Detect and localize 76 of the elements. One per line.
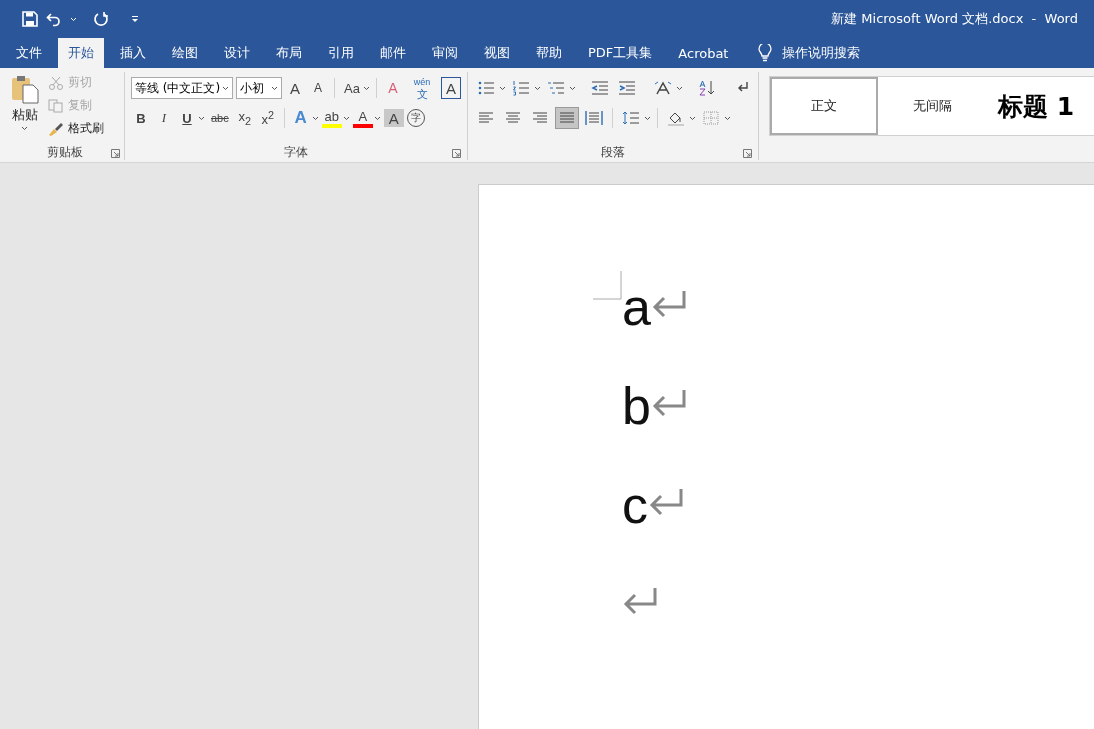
highlight-button[interactable]: ab bbox=[321, 108, 342, 128]
underline-button[interactable]: U bbox=[177, 107, 197, 129]
spacing-icon bbox=[622, 110, 640, 126]
ribbon-tab[interactable]: 布局 bbox=[266, 38, 312, 68]
ribbon-tab[interactable]: 设计 bbox=[214, 38, 260, 68]
ribbon-tab[interactable]: 审阅 bbox=[422, 38, 468, 68]
font-format-button[interactable]: abc bbox=[208, 107, 232, 129]
justify-button[interactable] bbox=[555, 107, 579, 129]
ribbon-tab[interactable]: 邮件 bbox=[370, 38, 416, 68]
multilevel-icon bbox=[547, 80, 565, 96]
paintbrush-icon bbox=[48, 121, 64, 136]
direction-icon bbox=[654, 80, 672, 96]
left-icon bbox=[477, 110, 495, 126]
group-label: 剪贴板 bbox=[47, 143, 83, 161]
dropdown-caret-icon[interactable] bbox=[70, 16, 77, 22]
dialog-launcher-icon[interactable] bbox=[743, 149, 752, 158]
redo-icon[interactable] bbox=[93, 11, 109, 27]
paragraph-mark-icon bbox=[650, 289, 687, 319]
center-icon bbox=[504, 110, 522, 126]
italic-button[interactable]: I bbox=[154, 107, 174, 129]
font-size-field[interactable]: 小初 bbox=[236, 77, 283, 99]
font-format-button[interactable]: A bbox=[285, 77, 306, 99]
right-icon bbox=[531, 110, 549, 126]
indent-icon bbox=[618, 80, 636, 96]
paragraph-text: c bbox=[622, 477, 648, 533]
font-format-button[interactable]: x$^{2}$ bbox=[257, 107, 278, 129]
font-format-button[interactable]: A bbox=[308, 77, 329, 99]
paragraph-mark-icon bbox=[650, 388, 687, 418]
borders-icon bbox=[702, 110, 720, 126]
group-label: 段落 bbox=[601, 143, 625, 161]
save-icon[interactable] bbox=[22, 11, 38, 27]
ribbon-tab[interactable]: Acrobat bbox=[668, 38, 739, 68]
ribbon-tab[interactable]: 视图 bbox=[474, 38, 520, 68]
style-option[interactable]: 正文 bbox=[770, 77, 878, 135]
bold-button[interactable]: B bbox=[131, 107, 151, 129]
ribbon-tab[interactable]: 开始 bbox=[58, 38, 104, 68]
ribbon-tab[interactable]: 插入 bbox=[110, 38, 156, 68]
paragraph-mark-icon bbox=[648, 487, 684, 517]
paragraph-text: a bbox=[622, 279, 651, 335]
distribute-icon bbox=[585, 110, 603, 126]
group-label: 字体 bbox=[284, 143, 308, 161]
paragraph-text: b bbox=[622, 378, 651, 434]
font-name-field[interactable]: 等线 (中文正文) bbox=[131, 77, 234, 99]
numbering-icon bbox=[512, 80, 530, 96]
window-title: 新建 Microsoft Word 文档.docx - Word bbox=[831, 10, 1078, 28]
font-format-button[interactable]: Aa bbox=[341, 77, 363, 99]
copy-icon bbox=[48, 98, 64, 113]
outdent-icon bbox=[591, 80, 609, 96]
sort-icon bbox=[698, 80, 716, 96]
ribbon-tab[interactable]: 文件 bbox=[6, 38, 52, 68]
dropdown-caret-icon bbox=[222, 85, 230, 91]
clipboard-icon bbox=[10, 74, 40, 104]
dropdown-caret-icon bbox=[20, 126, 28, 131]
lightbulb-icon bbox=[758, 44, 773, 62]
bullets-icon bbox=[477, 80, 495, 96]
font-color-button[interactable]: A bbox=[352, 108, 373, 128]
painter-button[interactable]: 格式刷 bbox=[46, 118, 106, 139]
font-format-button[interactable]: A bbox=[383, 109, 404, 127]
ribbon-tab[interactable]: 绘图 bbox=[162, 38, 208, 68]
paste-button[interactable]: 粘贴 bbox=[10, 72, 40, 144]
paragraph-mark-icon bbox=[622, 586, 658, 616]
scissors-icon bbox=[48, 75, 64, 90]
ribbon-tab[interactable]: 帮助 bbox=[526, 38, 572, 68]
dialog-launcher-icon[interactable] bbox=[452, 149, 461, 158]
customize-menu-icon[interactable] bbox=[131, 15, 139, 23]
margin-corner-mark bbox=[593, 271, 622, 300]
font-format-button[interactable]: A bbox=[441, 77, 461, 99]
tell-me-search[interactable]: 操作说明搜索 bbox=[782, 44, 861, 62]
dropdown-caret-icon bbox=[271, 85, 279, 91]
shading-icon bbox=[667, 110, 685, 126]
justify-icon bbox=[558, 110, 576, 126]
ribbon-tab[interactable]: 引用 bbox=[318, 38, 364, 68]
ribbon-tab[interactable]: PDF工具集 bbox=[578, 38, 663, 68]
undo-icon[interactable] bbox=[46, 11, 62, 27]
dialog-launcher-icon[interactable] bbox=[111, 149, 120, 158]
font-format-button[interactable]: x$_{2}$ bbox=[234, 107, 255, 129]
